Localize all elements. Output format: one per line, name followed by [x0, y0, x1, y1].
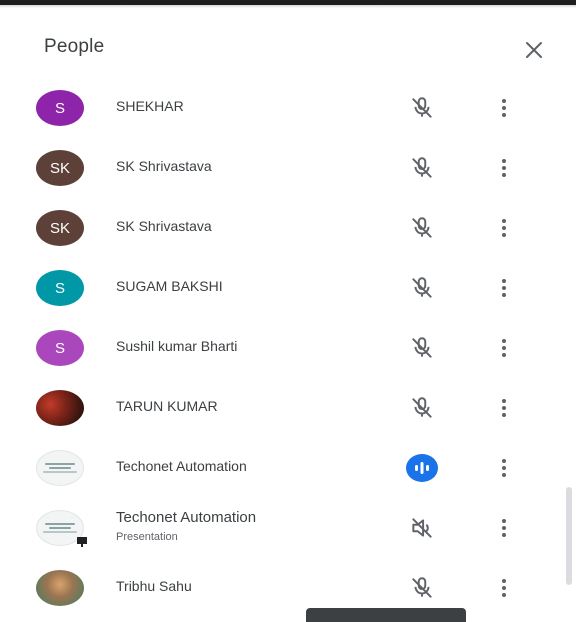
mic-status-button[interactable]: [404, 272, 440, 304]
participant-row[interactable]: S SHEKHAR: [0, 78, 576, 138]
mic-off-icon: [412, 397, 432, 418]
presentation-audio-button[interactable]: [404, 512, 440, 544]
participant-subtitle: Presentation: [116, 531, 178, 543]
more-options-button[interactable]: [492, 452, 516, 484]
mic-off-icon: [412, 157, 432, 178]
participant-name: SK Shrivastava: [116, 158, 212, 174]
avatar-photo: [36, 570, 84, 606]
more-vert-icon: [502, 219, 506, 237]
avatar: SK: [36, 210, 84, 246]
participant-name: SHEKHAR: [116, 98, 184, 114]
mic-status-button[interactable]: [404, 92, 440, 124]
presentation-icon: [77, 537, 87, 547]
participant-name: Techonet Automation: [116, 509, 257, 526]
participant-row[interactable]: S Sushil kumar Bharti: [0, 318, 576, 378]
mic-status-button[interactable]: [404, 392, 440, 424]
mic-status-button[interactable]: [404, 572, 440, 604]
participant-row[interactable]: Techonet Automation: [0, 438, 576, 498]
more-options-button[interactable]: [492, 212, 516, 244]
more-vert-icon: [502, 399, 506, 417]
avatar-photo: [36, 390, 84, 426]
people-panel: People S SHEKHAR SK SK Shrivastava SK SK…: [0, 0, 576, 622]
more-options-button[interactable]: [492, 512, 516, 544]
mic-off-icon: [412, 217, 432, 238]
more-options-button[interactable]: [492, 572, 516, 604]
avatar: S: [36, 330, 84, 366]
close-button[interactable]: [518, 34, 550, 66]
participant-row[interactable]: SK SK Shrivastava: [0, 198, 576, 258]
avatar-logo: [36, 450, 84, 486]
more-vert-icon: [502, 519, 506, 537]
more-vert-icon: [502, 339, 506, 357]
avatar: SK: [36, 150, 84, 186]
avatar: S: [36, 90, 84, 126]
more-vert-icon: [502, 159, 506, 177]
more-options-button[interactable]: [492, 152, 516, 184]
avatar-initials: SK: [49, 219, 70, 237]
panel-header: People: [0, 22, 576, 78]
speaking-indicator-button[interactable]: [404, 450, 440, 486]
mic-status-button[interactable]: [404, 152, 440, 184]
participant-name: Techonet Automation: [116, 458, 247, 474]
mic-status-button[interactable]: [404, 212, 440, 244]
more-vert-icon: [502, 459, 506, 477]
volume-off-icon: [412, 518, 432, 538]
participant-name: Sushil kumar Bharti: [116, 338, 238, 354]
participant-name: TARUN KUMAR: [116, 398, 218, 414]
more-options-button[interactable]: [492, 92, 516, 124]
scrollbar-thumb[interactable]: [566, 487, 572, 585]
more-options-button[interactable]: [492, 392, 516, 424]
participant-name: Tribhu Sahu: [116, 578, 192, 594]
avatar-initials: SK: [49, 159, 70, 177]
avatar-initials: S: [54, 99, 65, 117]
mic-off-icon: [412, 337, 432, 358]
panel-title: People: [44, 36, 105, 57]
participant-row[interactable]: TARUN KUMAR: [0, 378, 576, 438]
close-icon: [526, 42, 542, 58]
mic-off-icon: [412, 97, 432, 118]
more-vert-icon: [502, 99, 506, 117]
mic-off-icon: [412, 577, 432, 598]
participant-row[interactable]: S SUGAM BAKSHI: [0, 258, 576, 318]
more-vert-icon: [502, 579, 506, 597]
avatar-initials: S: [54, 279, 65, 297]
avatar-initials: S: [54, 339, 65, 357]
top-divider-shadow: [0, 5, 576, 8]
speaking-indicator-icon: [406, 454, 438, 482]
more-options-button[interactable]: [492, 272, 516, 304]
participant-row[interactable]: SK SK Shrivastava: [0, 138, 576, 198]
participant-name: SK Shrivastava: [116, 218, 212, 234]
participant-row[interactable]: Tribhu Sahu: [0, 558, 576, 618]
participant-row[interactable]: Techonet Automation Presentation: [0, 498, 576, 558]
avatar: S: [36, 270, 84, 306]
tooltip: [306, 608, 466, 622]
participant-name: SUGAM BAKSHI: [116, 278, 223, 294]
mic-off-icon: [412, 277, 432, 298]
more-options-button[interactable]: [492, 332, 516, 364]
more-vert-icon: [502, 279, 506, 297]
mic-status-button[interactable]: [404, 332, 440, 364]
